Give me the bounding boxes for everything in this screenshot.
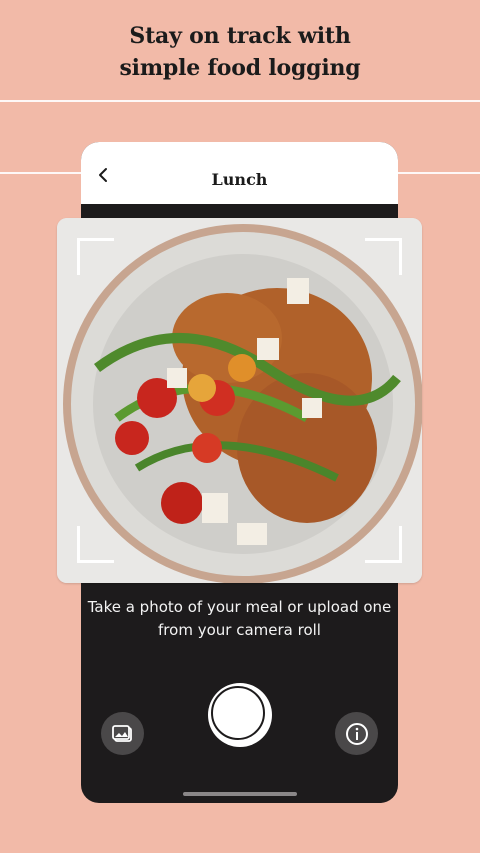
screen-title: Lunch (211, 170, 268, 189)
instructions-line-2: from your camera roll (158, 621, 321, 639)
info-button[interactable] (335, 712, 378, 755)
viewfinder-corner (77, 238, 114, 275)
meal-photo-viewfinder[interactable] (57, 218, 422, 583)
info-icon (345, 722, 368, 745)
instructions-line-1: Take a photo of your meal or upload one (87, 598, 392, 616)
marketing-headline: Stay on track with simple food logging (0, 20, 480, 84)
home-indicator (183, 792, 297, 796)
divider-line (0, 100, 480, 102)
headline-line-1: Stay on track with (129, 23, 351, 49)
headline-line-2: simple food logging (119, 55, 361, 81)
camera-instructions: Take a photo of your meal or upload one … (81, 596, 398, 642)
viewfinder-corner (77, 526, 114, 563)
screen-header: Lunch (81, 142, 398, 204)
gallery-icon (111, 724, 132, 742)
viewfinder-corner (365, 238, 402, 275)
gallery-button[interactable] (101, 712, 144, 755)
viewfinder-corner (365, 526, 402, 563)
shutter-button[interactable] (208, 683, 272, 747)
